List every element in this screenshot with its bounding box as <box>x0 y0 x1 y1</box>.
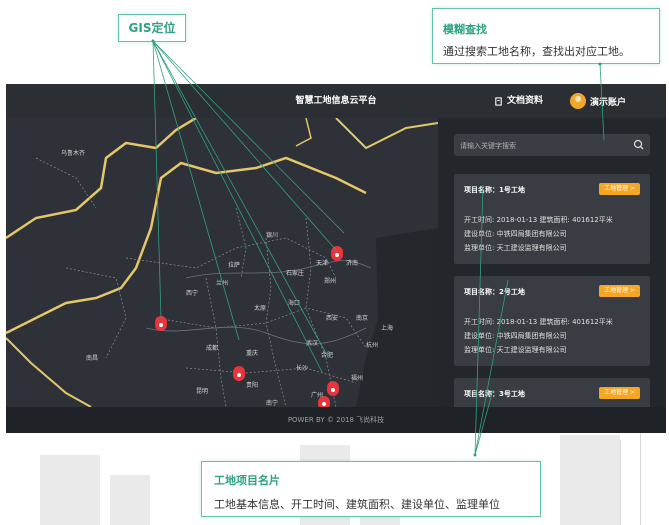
project-card[interactable]: 项目名称：3号工地 工地管理 > <box>454 378 650 407</box>
city-label: 南昌 <box>86 355 99 362</box>
project-start-area: 开工时间: 2018-01-13 建筑面积: 401612平米 <box>464 216 613 224</box>
project-name: 项目名称：3号工地 <box>464 390 525 398</box>
project-card[interactable]: 项目名称：1号工地 工地管理 > 开工时间: 2018-01-13 建筑面积: … <box>454 174 650 264</box>
user-label: 演示账户 <box>590 97 627 108</box>
map-view[interactable]: 乌鲁木齐 西宁 兰州 成都 重庆 武汉 南京 上海 杭州 长沙 福州 广州 昆明… <box>6 118 438 407</box>
card-callout-title: 工地项目名片 <box>214 474 280 487</box>
site-manage-button[interactable]: 工地管理 > <box>599 183 640 195</box>
fuzzy-search-callout: 模糊查找 通过搜索工地名称，查找出对应工地。 <box>432 8 660 64</box>
city-label: 昆明 <box>196 388 209 395</box>
project-supervisor: 监理单位: 天工建设监理有限公司 <box>464 346 567 354</box>
docs-label: 文档资料 <box>507 96 544 106</box>
city-label: 武汉 <box>306 340 319 347</box>
city-label: 成都 <box>206 345 219 352</box>
city-label: 兰州 <box>216 280 229 287</box>
city-label: 福州 <box>351 375 364 382</box>
app-window: 智慧工地信息云平台 文档资料 演示账户 乌鲁木齐 西宁 兰州 成都 重庆 武汉 … <box>6 84 666 433</box>
city-label: 贵阳 <box>246 382 259 389</box>
city-label: 太原 <box>254 305 267 312</box>
avatar <box>570 93 586 109</box>
project-builder: 建设单位: 中铁四局集团有限公司 <box>464 230 567 238</box>
sidebar: 项目名称：1号工地 工地管理 > 开工时间: 2018-01-13 建筑面积: … <box>438 118 666 407</box>
project-card-callout: 工地项目名片 工地基本信息、开工时间、建筑面积、建设单位、监理单位 <box>201 461 541 517</box>
document-icon <box>495 96 502 106</box>
fuzzy-callout-title: 模糊查找 <box>443 23 487 36</box>
project-supervisor: 监理单位: 天工建设监理有限公司 <box>464 244 567 252</box>
city-label: 西安 <box>326 315 339 322</box>
card-callout-desc: 工地基本信息、开工时间、建筑面积、建设单位、监理单位 <box>214 498 500 511</box>
docs-link[interactable]: 文档资料 <box>494 84 543 118</box>
city-label: 石家庄 <box>286 270 305 277</box>
city-label: 杭州 <box>366 342 379 349</box>
fuzzy-callout-desc: 通过搜索工地名称，查找出对应工地。 <box>443 45 630 58</box>
project-start-area: 开工时间: 2018-01-13 建筑面积: 401612平米 <box>464 318 613 326</box>
site-manage-button[interactable]: 工地管理 > <box>599 387 640 399</box>
city-label: 长沙 <box>296 365 309 372</box>
city-label: 西宁 <box>186 290 199 297</box>
search-input[interactable] <box>458 134 634 158</box>
city-label: 上海 <box>381 325 394 332</box>
city-label: 南宁 <box>266 400 279 407</box>
search-box[interactable] <box>454 134 650 158</box>
project-builder: 建设单位: 中铁四局集团有限公司 <box>464 332 567 340</box>
site-manage-button[interactable]: 工地管理 > <box>599 285 640 297</box>
search-icon[interactable] <box>632 138 646 152</box>
city-label: 济南 <box>346 260 359 267</box>
city-label: 郑州 <box>324 278 337 285</box>
city-label: 乌鲁木齐 <box>61 150 86 157</box>
city-label: 银川 <box>266 232 279 239</box>
city-label: 重庆 <box>246 350 259 357</box>
city-label: 拉萨 <box>228 262 241 269</box>
project-name: 项目名称：1号工地 <box>464 186 525 194</box>
city-label: 广州 <box>311 392 324 399</box>
city-label: 南京 <box>356 315 369 322</box>
gis-callout: GIS定位 <box>118 14 186 42</box>
city-label: 合肥 <box>321 352 334 359</box>
project-card[interactable]: 项目名称：2号工地 工地管理 > 开工时间: 2018-01-13 建筑面积: … <box>454 276 650 366</box>
project-name: 项目名称：2号工地 <box>464 288 525 296</box>
map-canvas <box>6 118 438 407</box>
city-label: 海口 <box>288 300 301 307</box>
city-label: 天津 <box>316 260 329 267</box>
page-title: 智慧工地信息云平台 <box>295 96 377 106</box>
footer: POWER BY © 2018 飞尚科技 <box>6 407 666 433</box>
gis-callout-label: GIS定位 <box>128 21 176 35</box>
user-menu[interactable]: 演示账户 <box>570 84 626 118</box>
top-bar: 智慧工地信息云平台 文档资料 演示账户 <box>6 84 666 118</box>
